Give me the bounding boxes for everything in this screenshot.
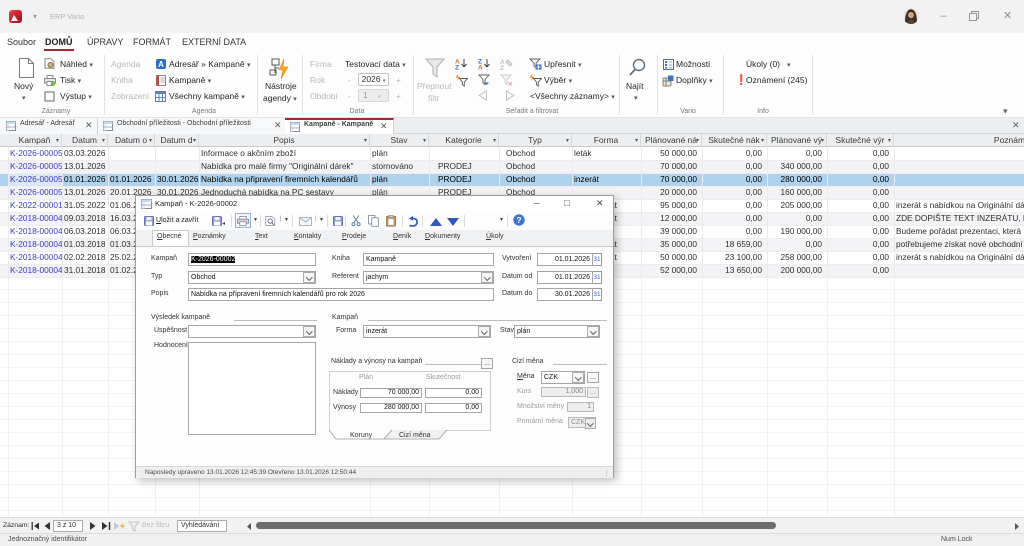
svg-text:A: A bbox=[158, 60, 164, 69]
svg-text:A: A bbox=[478, 65, 483, 71]
svg-text:Z: Z bbox=[455, 65, 459, 71]
svg-text:Z: Z bbox=[500, 65, 504, 70]
